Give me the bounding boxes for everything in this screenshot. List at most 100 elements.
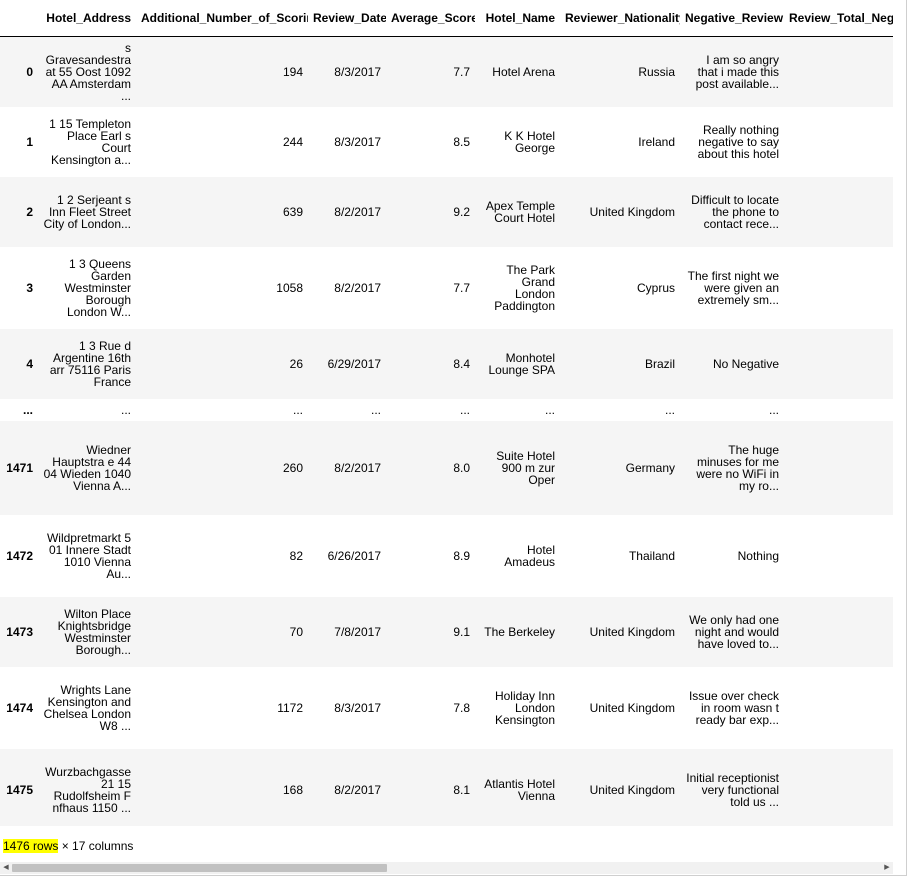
scroll-left-arrow-icon[interactable]: ◀	[0, 862, 12, 874]
cell-hotel-address: Wurzbachgasse 21 15 Rudolfsheim F nfhaus…	[45, 764, 131, 815]
cell-average-score: 8.0	[453, 460, 470, 475]
scrollbar-thumb[interactable]	[12, 864, 387, 872]
cell-average-score: 7.8	[453, 700, 470, 715]
table-row: 1472 Wildpretmarkt 5 01 Innere Stadt 1010…	[0, 515, 893, 597]
cell-review-total-negative	[784, 107, 893, 177]
cell-reviewer-nationality: Thailand	[628, 548, 675, 563]
col-header-average-score: Average_Score	[386, 0, 475, 37]
row-index: 4	[26, 356, 33, 371]
table-row: 1474 Wrights Lane Kensington and Chelsea …	[0, 667, 893, 749]
table-row: 1473 Wilton Place Knightsbridge Westminst…	[0, 596, 893, 667]
cell-reviewer-nationality: Germany	[625, 460, 675, 475]
cell-average-score: 9.2	[453, 204, 470, 219]
cell-review-total-negative	[784, 749, 893, 827]
cell-negative-review: The first night we were given an extreme…	[687, 268, 779, 307]
cell-reviewer-nationality: Russia	[638, 64, 675, 79]
cell-review-date: 7/8/2017	[334, 624, 381, 639]
table-row: 3 1 3 Queens Garden Westminster Borough L…	[0, 247, 893, 329]
cell-review-total-negative	[784, 667, 893, 749]
cell-review-date: 8/2/2017	[334, 460, 381, 475]
cell-reviewer-nationality: Brazil	[644, 356, 675, 371]
cell-additional-number-of-scoring: 244	[282, 134, 303, 149]
cell-negative-review: Really nothing negative to say about thi…	[697, 122, 779, 161]
cell-review-date: 8/2/2017	[334, 280, 381, 295]
cell-hotel-address: 1 15 Templeton Place Earl s Court Kensin…	[49, 116, 131, 167]
cell-review-total-negative	[784, 37, 893, 107]
row-index: 0	[26, 64, 33, 79]
row-index: ...	[22, 402, 33, 417]
table-row: 1475 Wurzbachgasse 21 15 Rudolfsheim F nf…	[0, 748, 893, 827]
dataframe-table: Hotel_Address Additional_Number_of_Scori…	[0, 0, 893, 826]
cell-hotel-name: Hotel Amadeus	[504, 542, 555, 569]
cell-review-date: 6/29/2017	[327, 356, 381, 371]
cell-hotel-name: The Park Grand London Paddington	[494, 262, 555, 313]
row-index: 1	[26, 134, 33, 149]
table-row: 1471 Wiedner Hauptstra e 44 04 Wieden 104…	[0, 420, 893, 515]
cell-negative-review: Nothing	[737, 548, 779, 563]
cell-hotel-name: K K Hotel George	[504, 128, 555, 155]
cell-average-score: 7.7	[453, 64, 470, 79]
cell-negative-review: No Negative	[712, 356, 779, 371]
cell-additional-number-of-scoring: 82	[289, 548, 303, 563]
cell-additional-number-of-scoring: ...	[292, 402, 303, 417]
cell-hotel-address: Wiedner Hauptstra e 44 04 Wieden 1040 Vi…	[43, 442, 131, 493]
cell-negative-review: Difficult to locate the phone to contact…	[691, 192, 779, 231]
cell-average-score: 9.1	[453, 624, 470, 639]
cell-average-score: ...	[459, 402, 470, 417]
cell-hotel-name: The Berkeley	[484, 624, 555, 639]
col-header-review-date: Review_Date	[308, 0, 386, 37]
col-header-reviewer-nationality: Reviewer_Nationality	[560, 0, 680, 37]
cell-average-score: 8.9	[453, 548, 470, 563]
row-index: 1475	[6, 782, 33, 797]
cell-reviewer-nationality: United Kingdom	[589, 624, 675, 639]
cell-reviewer-nationality: Ireland	[638, 134, 675, 149]
col-header-review-total-negative: Review_Total_Negative	[784, 0, 893, 37]
table-row: 1 1 15 Templeton Place Earl s Court Kensi…	[0, 107, 893, 177]
cell-review-total-negative	[784, 597, 893, 667]
cell-negative-review: We only had one night and would have lov…	[689, 612, 779, 651]
cell-average-score: 8.5	[453, 134, 470, 149]
cell-review-date: 8/3/2017	[334, 134, 381, 149]
cell-additional-number-of-scoring: 1172	[277, 700, 303, 715]
table-row: 4 1 3 Rue d Argentine 16th arr 75116 Pari…	[0, 328, 893, 399]
cell-negative-review: Issue over check in room wasn t ready ba…	[688, 688, 779, 727]
cell-review-total-negative	[784, 247, 893, 329]
cell-hotel-name: Suite Hotel 900 m zur Oper	[496, 448, 555, 487]
cell-review-date: 6/26/2017	[327, 548, 381, 563]
cell-additional-number-of-scoring: 194	[282, 64, 303, 79]
table-row: 0 s Gravesandestraat 55 Oost 1092 AA Amst…	[0, 36, 893, 107]
cell-review-total-negative	[784, 515, 893, 597]
cell-review-date: 8/3/2017	[334, 700, 381, 715]
cell-reviewer-nationality: United Kingdom	[589, 782, 675, 797]
cell-hotel-address: Wildpretmarkt 5 01 Innere Stadt 1010 Vie…	[46, 530, 131, 581]
cell-additional-number-of-scoring: 1058	[276, 280, 303, 295]
col-header-negative-review: Negative_Review	[680, 0, 784, 37]
table-shape-footer: 1476 rows × 17 columns	[3, 839, 133, 853]
cell-review-date: 8/2/2017	[334, 204, 381, 219]
index-header	[0, 0, 38, 37]
scroll-right-arrow-icon[interactable]: ▶	[881, 862, 893, 874]
col-header-hotel-address: Hotel_Address	[38, 0, 136, 37]
cell-hotel-name: Holiday Inn London Kensington	[494, 688, 555, 727]
col-header-additional-number-of-scoring: Additional_Number_of_Scoring	[136, 0, 308, 37]
cell-hotel-address: Wilton Place Knightsbridge Westminster B…	[57, 606, 131, 657]
cell-negative-review: ...	[768, 402, 779, 417]
cell-reviewer-nationality: ...	[664, 402, 675, 417]
table-row: 2 1 2 Serjeant s Inn Fleet Street City of…	[0, 176, 893, 247]
cell-hotel-name: Hotel Arena	[492, 64, 555, 79]
cell-hotel-name: Apex Temple Court Hotel	[485, 198, 555, 225]
cell-negative-review: The huge minuses for me were no WiFi in …	[696, 442, 779, 493]
horizontal-scrollbar[interactable]: ◀ ▶	[0, 862, 893, 874]
cell-reviewer-nationality: United Kingdom	[589, 700, 675, 715]
cell-additional-number-of-scoring: 639	[282, 204, 303, 219]
cell-hotel-address: 1 3 Rue d Argentine 16th arr 75116 Paris…	[49, 338, 131, 389]
cell-hotel-address: 1 2 Serjeant s Inn Fleet Street City of …	[43, 192, 131, 231]
cell-average-score: 8.4	[453, 356, 470, 371]
dataframe-output: Hotel_Address Additional_Number_of_Scori…	[0, 0, 907, 876]
cell-review-total-negative	[784, 421, 893, 515]
header-row: Hotel_Address Additional_Number_of_Scori…	[0, 0, 893, 37]
cell-additional-number-of-scoring: 260	[282, 460, 303, 475]
row-index: 1473	[6, 624, 33, 639]
cell-hotel-name: Monhotel Lounge SPA	[488, 350, 556, 377]
dataframe-table-container: Hotel_Address Additional_Number_of_Scori…	[0, 0, 893, 826]
